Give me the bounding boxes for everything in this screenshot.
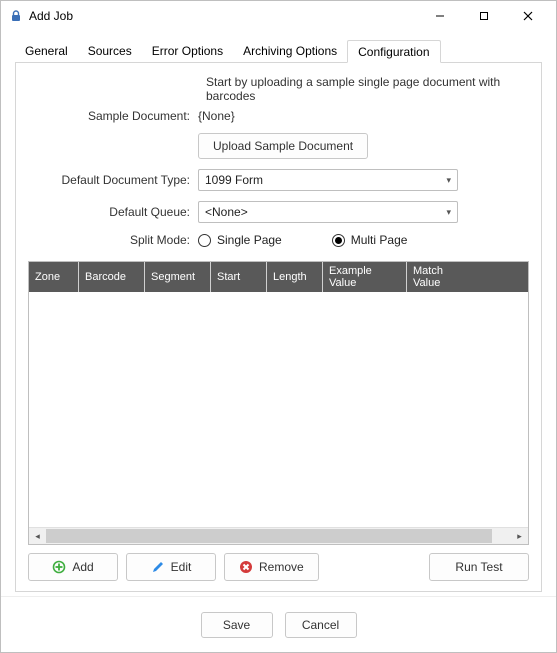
column-header[interactable]: Barcode [79,262,145,292]
plus-circle-icon [52,560,66,574]
scroll-thumb[interactable] [46,529,492,543]
table-header: ZoneBarcodeSegmentStartLengthExampleValu… [29,262,528,292]
run-test-button-label: Run Test [455,560,502,574]
run-test-button[interactable]: Run Test [429,553,529,581]
edit-button-label: Edit [171,560,192,574]
x-circle-icon [239,560,253,574]
upload-button-label: Upload Sample Document [213,139,353,153]
default-queue-value: <None> [205,205,446,219]
split-mode-label: Split Mode: [28,233,198,247]
save-button[interactable]: Save [201,612,273,638]
tab-archiving-options[interactable]: Archiving Options [233,40,347,63]
dialog-footer: Save Cancel [1,596,556,652]
tab-general[interactable]: General [15,40,78,63]
remove-button-label: Remove [259,560,304,574]
tabstrip: General Sources Error Options Archiving … [15,39,542,63]
scroll-right-icon[interactable]: ▸ [511,528,528,545]
table-actions: Add Edit Remove Run Test [28,553,529,581]
radio-icon [332,234,345,247]
default-document-type-value: 1099 Form [205,173,446,187]
dialog-body: General Sources Error Options Archiving … [1,31,556,596]
sample-document-label: Sample Document: [28,109,198,123]
default-document-type-label: Default Document Type: [28,173,198,187]
tab-error-options[interactable]: Error Options [142,40,233,63]
horizontal-scrollbar[interactable]: ◂ ▸ [29,527,528,544]
default-queue-select[interactable]: <None> ▾ [198,201,458,223]
maximize-button[interactable] [462,2,506,30]
split-mode-single-radio[interactable]: Single Page [198,233,282,247]
column-header[interactable]: Segment [145,262,211,292]
lock-icon [9,9,23,23]
scroll-track[interactable] [46,528,511,544]
table-body [29,292,528,527]
upload-sample-document-button[interactable]: Upload Sample Document [198,133,368,159]
chevron-down-icon: ▾ [446,207,451,218]
zones-table: ZoneBarcodeSegmentStartLengthExampleValu… [28,261,529,545]
cancel-button[interactable]: Cancel [285,612,357,638]
column-header[interactable]: Length [267,262,323,292]
column-header[interactable]: MatchValue [407,262,528,292]
scroll-left-icon[interactable]: ◂ [29,528,46,545]
default-queue-label: Default Queue: [28,205,198,219]
tab-sources[interactable]: Sources [78,40,142,63]
cancel-button-label: Cancel [302,618,339,632]
chevron-down-icon: ▾ [446,175,451,186]
column-header[interactable]: ExampleValue [323,262,407,292]
edit-button[interactable]: Edit [126,553,216,581]
add-button-label: Add [72,560,93,574]
tabpanel-configuration: Start by uploading a sample single page … [15,63,542,592]
sample-document-value: {None} [198,109,235,123]
dialog-window: Add Job General Sources Error Options Ar… [0,0,557,653]
minimize-button[interactable] [418,2,462,30]
pencil-icon [151,560,165,574]
split-mode-multi-radio[interactable]: Multi Page [332,233,408,247]
window-title: Add Job [29,9,418,23]
column-header[interactable]: Start [211,262,267,292]
titlebar: Add Job [1,1,556,31]
close-button[interactable] [506,2,550,30]
column-header[interactable]: Zone [29,262,79,292]
add-button[interactable]: Add [28,553,118,581]
default-document-type-select[interactable]: 1099 Form ▾ [198,169,458,191]
radio-icon [198,234,211,247]
remove-button[interactable]: Remove [224,553,319,581]
tab-configuration[interactable]: Configuration [347,40,440,63]
instruction-text: Start by uploading a sample single page … [206,75,529,103]
split-mode-single-label: Single Page [217,233,282,247]
split-mode-multi-label: Multi Page [351,233,408,247]
save-button-label: Save [223,618,250,632]
